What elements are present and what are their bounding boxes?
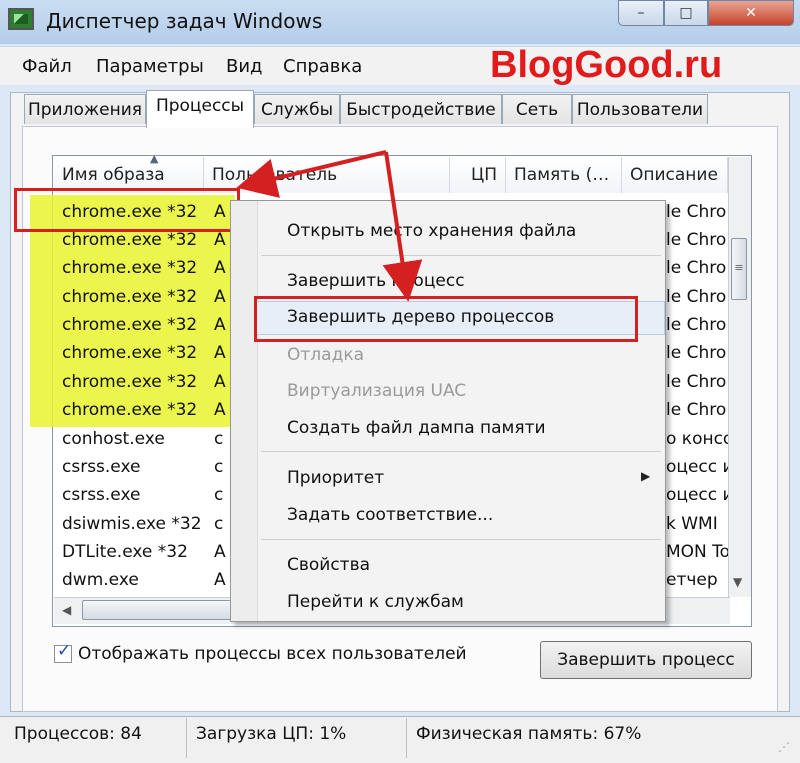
annotation-arrows bbox=[236, 150, 423, 302]
annotation-arrow-to-row bbox=[236, 150, 387, 198]
annotation-arrow-to-menu bbox=[382, 151, 423, 302]
task-manager-window: Диспетчер задач Windows – □ ✕ Файл Парам… bbox=[0, 0, 800, 763]
